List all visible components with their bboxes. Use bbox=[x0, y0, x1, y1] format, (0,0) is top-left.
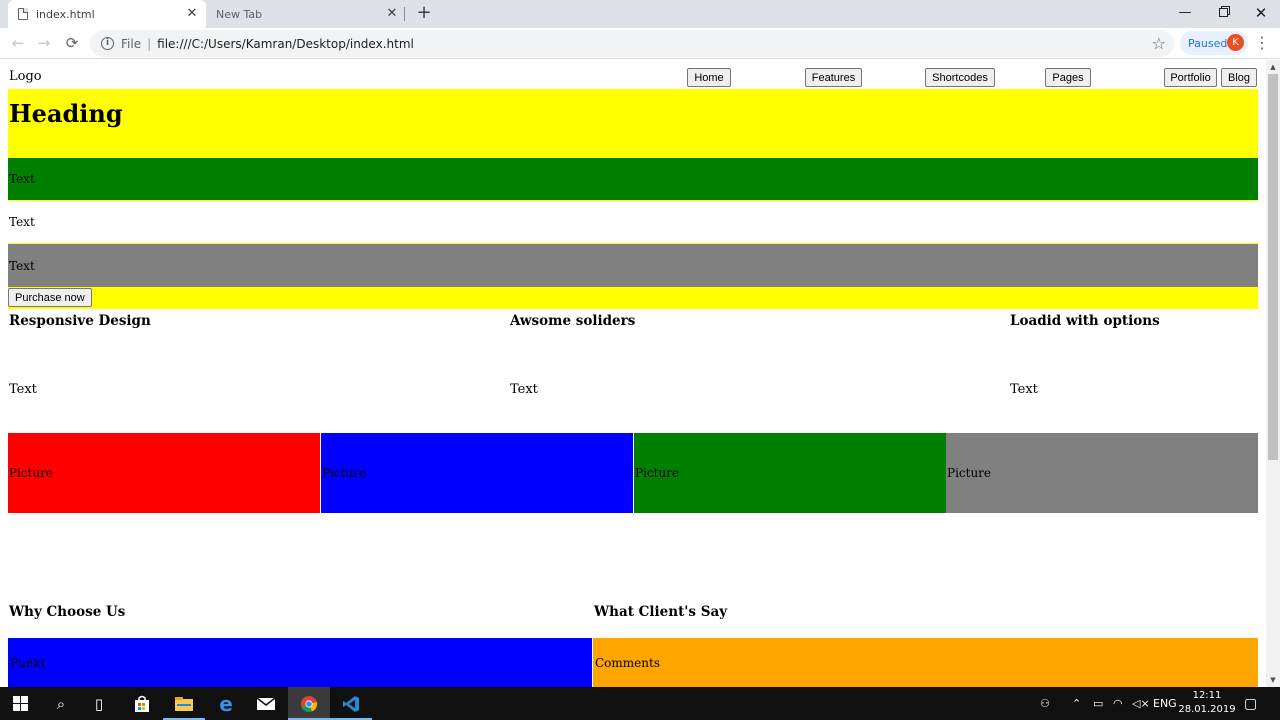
close-tab-icon[interactable]: ✕ bbox=[184, 6, 200, 22]
clock[interactable]: 12:11 28.01.2019 bbox=[1178, 689, 1236, 717]
hero-text-band: Text bbox=[8, 158, 1258, 200]
wifi-icon[interactable]: ◠ bbox=[1113, 687, 1123, 720]
clock-date: 28.01.2019 bbox=[1178, 704, 1236, 715]
picture-block: Picture bbox=[634, 433, 946, 513]
scroll-down-arrow-icon[interactable]: ▼ bbox=[1266, 673, 1280, 687]
scheme-label: File bbox=[121, 36, 142, 51]
nav-blog-button[interactable]: Blog bbox=[1221, 68, 1257, 87]
browser-toolbar: ← → ⟳ i File | file:///C:/Users/Kamran/D… bbox=[0, 28, 1280, 59]
close-tab-icon[interactable]: ✕ bbox=[384, 6, 400, 22]
tab-index-html[interactable]: index.html ✕ bbox=[8, 0, 206, 28]
tab-new-tab[interactable]: New Tab ✕ bbox=[206, 0, 406, 28]
address-separator: | bbox=[147, 36, 152, 51]
action-center-icon[interactable]: ▢ bbox=[1244, 687, 1257, 720]
hero-text-band: Text bbox=[8, 201, 1258, 243]
restore-icon bbox=[1218, 8, 1228, 17]
close-window-button[interactable]: ✕ bbox=[1242, 0, 1280, 28]
section-title-why-choose-us: Why Choose Us bbox=[9, 604, 126, 620]
minimize-button[interactable]: — bbox=[1166, 0, 1204, 28]
battery-icon[interactable]: ▭ bbox=[1093, 687, 1103, 720]
mail-icon[interactable] bbox=[245, 687, 287, 720]
url-text[interactable]: file:///C:/Users/Kamran/Desktop/index.ht… bbox=[157, 37, 414, 51]
edge-icon[interactable]: e bbox=[205, 687, 247, 720]
info-icon[interactable]: i bbox=[101, 37, 114, 50]
volume-muted-icon[interactable]: ◁× bbox=[1132, 687, 1150, 720]
feature-title: Responsive Design bbox=[9, 313, 151, 329]
start-icon[interactable] bbox=[0, 687, 40, 720]
page-scrollbar[interactable]: ▲ ▼ bbox=[1266, 60, 1280, 687]
avatar: K bbox=[1227, 34, 1244, 51]
why-choose-block: Punkt bbox=[8, 638, 592, 687]
picture-block: Picture bbox=[946, 433, 1258, 513]
nav-features-button[interactable]: Features bbox=[805, 68, 862, 87]
tab-strip: index.html ✕ New Tab ✕ + — ✕ bbox=[0, 0, 1280, 28]
purchase-now-button[interactable]: Purchase now bbox=[8, 288, 92, 307]
feature-text: Text bbox=[1010, 382, 1038, 397]
new-tab-button[interactable]: + bbox=[414, 4, 434, 24]
reload-button[interactable]: ⟳ bbox=[60, 32, 84, 56]
hero-heading: Heading bbox=[9, 99, 123, 128]
language-indicator[interactable]: ENG bbox=[1153, 687, 1177, 720]
people-icon[interactable]: ⚇ bbox=[1040, 687, 1050, 720]
maximize-button[interactable] bbox=[1204, 0, 1242, 28]
bookmark-star-icon[interactable]: ☆ bbox=[1152, 34, 1166, 53]
profile-status: Paused bbox=[1188, 36, 1228, 50]
chrome-icon[interactable] bbox=[288, 687, 330, 720]
logo: Logo bbox=[9, 69, 42, 84]
tab-separator bbox=[404, 7, 405, 21]
forward-button[interactable]: → bbox=[32, 32, 56, 56]
tab-title: index.html bbox=[36, 7, 95, 21]
file-explorer-icon[interactable] bbox=[163, 687, 205, 720]
feature-title: Awsome soliders bbox=[510, 313, 636, 329]
nav-portfolio-button[interactable]: Portfolio bbox=[1164, 68, 1217, 87]
address-bar[interactable]: i File | file:///C:/Users/Kamran/Desktop… bbox=[90, 30, 1174, 57]
clock-time: 12:11 bbox=[1192, 690, 1222, 701]
nav-pages-button[interactable]: Pages bbox=[1045, 68, 1091, 87]
comments-block: Comments bbox=[593, 638, 1258, 687]
kebab-menu-icon[interactable]: ⋮ bbox=[1254, 34, 1270, 54]
hero-text-band: Text bbox=[8, 244, 1258, 287]
picture-block: Picture bbox=[321, 433, 633, 513]
show-hidden-icons-chevron-icon[interactable]: ⌃ bbox=[1072, 687, 1081, 720]
feature-text: Text bbox=[510, 382, 538, 397]
feature-title: Loadid with options bbox=[1010, 313, 1160, 329]
profile-button[interactable]: Paused K bbox=[1180, 31, 1248, 55]
store-icon[interactable] bbox=[121, 687, 163, 720]
nav-shortcodes-button[interactable]: Shortcodes bbox=[925, 68, 995, 87]
scroll-up-arrow-icon[interactable]: ▲ bbox=[1266, 60, 1280, 74]
picture-block: Picture bbox=[8, 433, 320, 513]
search-icon[interactable]: ⌕ bbox=[40, 687, 82, 720]
feature-text: Text bbox=[9, 382, 37, 397]
hero-section: Heading Text Text Text Purchase now bbox=[8, 89, 1258, 309]
nav-home-button[interactable]: Home bbox=[687, 68, 731, 87]
windows-taskbar: ⌕ ▯ e ⚇ ⌃ ▭ ◠ ◁× ENG 12:11 28.01.2019 ▢ bbox=[0, 687, 1280, 720]
document-icon bbox=[18, 8, 28, 20]
vscode-icon[interactable] bbox=[330, 687, 372, 720]
scroll-thumb[interactable] bbox=[1268, 74, 1278, 460]
page-viewport: Logo Home Features Shortcodes Pages Port… bbox=[0, 60, 1266, 687]
back-button[interactable]: ← bbox=[6, 32, 30, 56]
tab-title: New Tab bbox=[216, 7, 263, 21]
task-view-icon[interactable]: ▯ bbox=[78, 687, 120, 720]
section-title-clients: What Client's Say bbox=[594, 604, 728, 620]
